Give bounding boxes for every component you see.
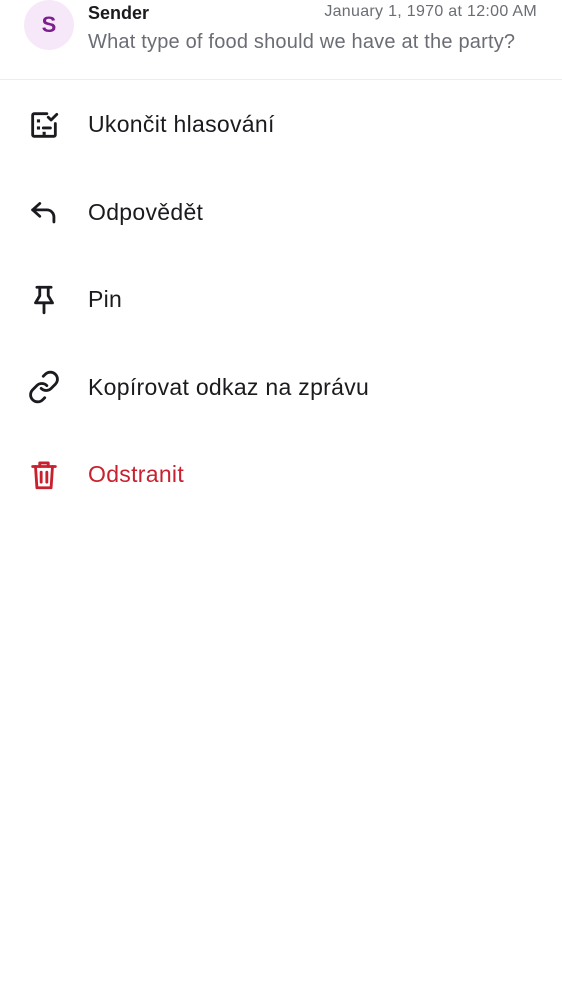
message-timestamp: January 1, 1970 at 12:00 AM bbox=[324, 3, 537, 20]
reply-icon bbox=[27, 195, 61, 229]
pin-label: Pin bbox=[88, 286, 123, 313]
pin-item[interactable]: Pin bbox=[0, 256, 562, 344]
copy-link-item[interactable]: Kopírovat odkaz na zprávu bbox=[0, 344, 562, 432]
delete-item[interactable]: Odstranit bbox=[0, 431, 562, 519]
delete-label: Odstranit bbox=[88, 461, 185, 488]
avatar: S bbox=[24, 0, 74, 50]
message-actions-menu: Ukončit hlasování Odpovědět Pin Kopírova… bbox=[0, 81, 562, 519]
message-header: S Sender January 1, 1970 at 12:00 AM Wha… bbox=[0, 0, 562, 80]
end-poll-item[interactable]: Ukončit hlasování bbox=[0, 81, 562, 169]
link-icon bbox=[27, 370, 61, 404]
end-poll-label: Ukončit hlasování bbox=[88, 111, 275, 138]
trash-icon bbox=[27, 458, 61, 492]
pin-icon bbox=[27, 283, 61, 317]
copy-link-label: Kopírovat odkaz na zprávu bbox=[88, 373, 370, 400]
sender-name: Sender bbox=[88, 3, 150, 23]
reply-item[interactable]: Odpovědět bbox=[0, 169, 562, 257]
message-preview: What type of food should we have at the … bbox=[88, 31, 516, 53]
reply-label: Odpovědět bbox=[88, 198, 204, 225]
poll-check-icon bbox=[27, 108, 61, 142]
